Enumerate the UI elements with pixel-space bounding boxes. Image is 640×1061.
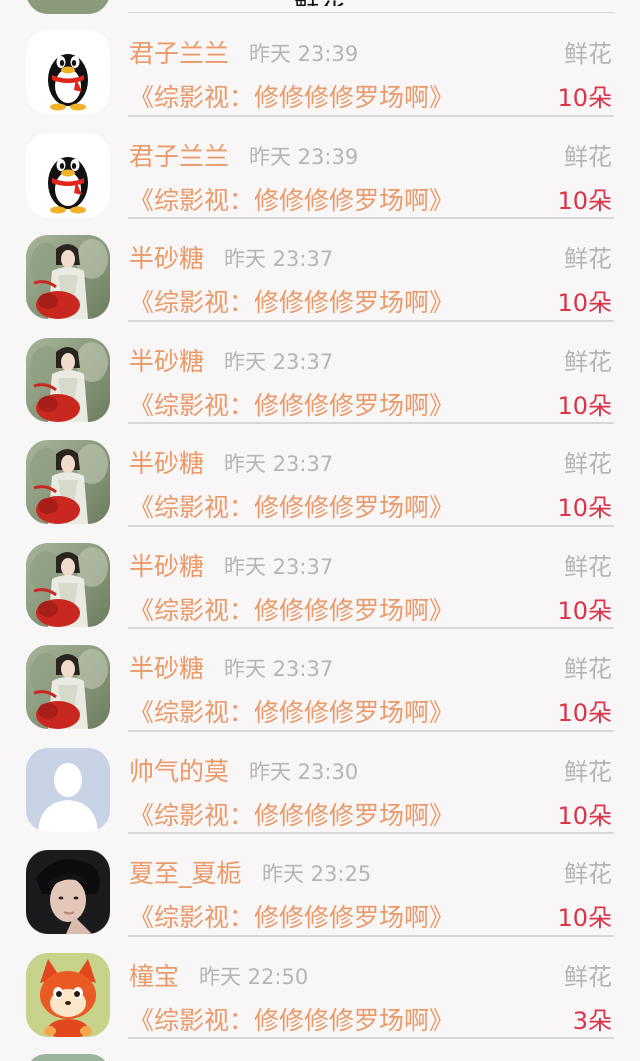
book-title[interactable]: 《综影视：修修修修罗场啊》	[129, 1001, 454, 1037]
list-item[interactable]: 君子兰兰 昨天 23:39 鲜花 《综影视：修修修修罗场啊》 10朵	[0, 117, 640, 219]
book-title[interactable]: 《综影视：修修修修罗场啊》	[129, 591, 454, 627]
gift-records-page: 鲜花 君子兰兰 昨天 23:39 鲜花 《综影视：修修修修罗场啊》 10朵	[0, 0, 640, 1061]
timestamp: 昨天 23:30	[249, 759, 359, 784]
book-title[interactable]: 《综影视：修修修修罗场啊》	[129, 386, 454, 422]
list-item[interactable]: 橦宝 昨天 22:50 鲜花 《综影视：修修修修罗场啊》 3朵	[0, 937, 640, 1039]
young-man-avatar	[26, 850, 110, 934]
user-name[interactable]: 半砂糖	[129, 342, 204, 378]
gift-type: 鲜花	[564, 142, 612, 171]
timestamp: 昨天 23:37	[224, 247, 334, 271]
avatar[interactable]	[26, 132, 110, 217]
timestamp: 昨天 23:37	[224, 657, 334, 681]
avatar[interactable]	[26, 30, 110, 114]
list-item[interactable]: 帅气的莫 昨天 23:30 鲜花 《综影视：修修修修罗场啊》 10朵	[0, 732, 640, 834]
avatar[interactable]	[26, 1054, 110, 1061]
gift-type: 鲜花	[564, 40, 612, 68]
gift-type: 鲜花	[564, 655, 612, 683]
gift-count: 10朵	[557, 84, 612, 112]
user-name[interactable]: 半砂糖	[129, 649, 204, 685]
timestamp: 昨天 23:39	[249, 144, 359, 169]
user-name[interactable]: 君子兰兰	[129, 137, 229, 173]
default-person-icon	[26, 747, 110, 832]
gift-count: 10朵	[557, 289, 612, 317]
gift-count: 3朵	[572, 1006, 612, 1035]
divider	[128, 1037, 614, 1039]
book-title[interactable]: 《综影视：修修修修罗场啊》	[129, 181, 454, 217]
timestamp: 昨天 23:37	[224, 452, 334, 476]
gift-type: 鲜花	[564, 757, 612, 786]
page-title: 鲜花	[0, 0, 640, 6]
ancient-lady-avatar	[26, 542, 110, 627]
book-title[interactable]: 《综影视：修修修修罗场啊》	[129, 898, 454, 934]
avatar[interactable]	[26, 337, 110, 422]
list-item[interactable]: 半砂糖 昨天 23:37 鲜花 《综影视：修修修修罗场啊》 10朵	[0, 322, 640, 424]
gift-type: 鲜花	[564, 245, 612, 273]
divider	[128, 12, 614, 13]
avatar[interactable]	[26, 645, 110, 729]
user-name[interactable]: 半砂糖	[129, 239, 204, 275]
avatar[interactable]	[26, 850, 110, 934]
list-item[interactable]: 半砂糖 昨天 23:37 鲜花 《综影视：修修修修罗场啊》 10朵	[0, 424, 640, 527]
timestamp: 昨天 22:50	[199, 964, 309, 989]
gift-type: 鲜花	[564, 552, 612, 581]
gift-type: 鲜花	[564, 450, 612, 478]
avatar[interactable]	[26, 747, 110, 832]
list-item[interactable]: 半砂糖 昨天 23:37 鲜花 《综影视：修修修修罗场啊》 10朵	[0, 527, 640, 629]
ancient-lady-avatar	[26, 645, 110, 729]
timestamp: 昨天 23:37	[224, 554, 334, 579]
user-name[interactable]: 半砂糖	[129, 444, 204, 480]
qq-penguin-icon	[26, 132, 110, 217]
timestamp: 昨天 23:39	[249, 42, 359, 66]
avatar[interactable]	[26, 440, 110, 524]
gift-type: 鲜花	[564, 962, 612, 991]
gift-type: 鲜花	[564, 860, 612, 888]
ancient-lady-avatar	[26, 337, 110, 422]
book-title[interactable]: 《综影视：修修修修罗场啊》	[129, 283, 454, 319]
red-fox-avatar	[26, 952, 110, 1037]
gift-count: 10朵	[557, 186, 612, 215]
gift-count: 10朵	[557, 596, 612, 625]
gift-count: 10朵	[557, 904, 612, 932]
gift-count: 10朵	[557, 699, 612, 727]
list-item[interactable]: 夏至_夏栀 昨天 23:25 鲜花 《综影视：修修修修罗场啊》 10朵	[0, 834, 640, 937]
ancient-lady-avatar	[26, 440, 110, 524]
gift-list: 君子兰兰 昨天 23:39 鲜花 《综影视：修修修修罗场啊》 10朵 君子兰兰 …	[0, 14, 640, 1039]
avatar[interactable]	[26, 542, 110, 627]
book-title[interactable]: 《综影视：修修修修罗场啊》	[129, 78, 454, 114]
user-name[interactable]: 君子兰兰	[129, 34, 229, 70]
list-item[interactable]: 半砂糖 昨天 23:37 鲜花 《综影视：修修修修罗场啊》 10朵	[0, 219, 640, 322]
avatar[interactable]	[26, 235, 110, 319]
avatar[interactable]	[26, 952, 110, 1037]
ancient-lady-avatar	[26, 235, 110, 319]
qq-penguin-icon	[26, 30, 110, 114]
book-title[interactable]: 《综影视：修修修修罗场啊》	[129, 693, 454, 729]
gift-count: 10朵	[557, 391, 612, 420]
timestamp: 昨天 23:37	[224, 349, 334, 374]
gift-count: 10朵	[557, 801, 612, 830]
user-name[interactable]: 帅气的莫	[129, 752, 229, 788]
user-name[interactable]: 夏至_夏栀	[129, 854, 242, 890]
book-title[interactable]: 《综影视：修修修修罗场啊》	[129, 796, 454, 832]
user-name[interactable]: 橦宝	[129, 957, 179, 993]
gift-count: 10朵	[557, 494, 612, 522]
gift-type: 鲜花	[564, 347, 612, 376]
timestamp: 昨天 23:25	[262, 862, 372, 886]
book-title[interactable]: 《综影视：修修修修罗场啊》	[129, 488, 454, 524]
user-name[interactable]: 半砂糖	[129, 547, 204, 583]
list-item[interactable]: 君子兰兰 昨天 23:39 鲜花 《综影视：修修修修罗场啊》 10朵	[0, 14, 640, 117]
list-item[interactable]: 半砂糖 昨天 23:37 鲜花 《综影视：修修修修罗场啊》 10朵	[0, 629, 640, 732]
